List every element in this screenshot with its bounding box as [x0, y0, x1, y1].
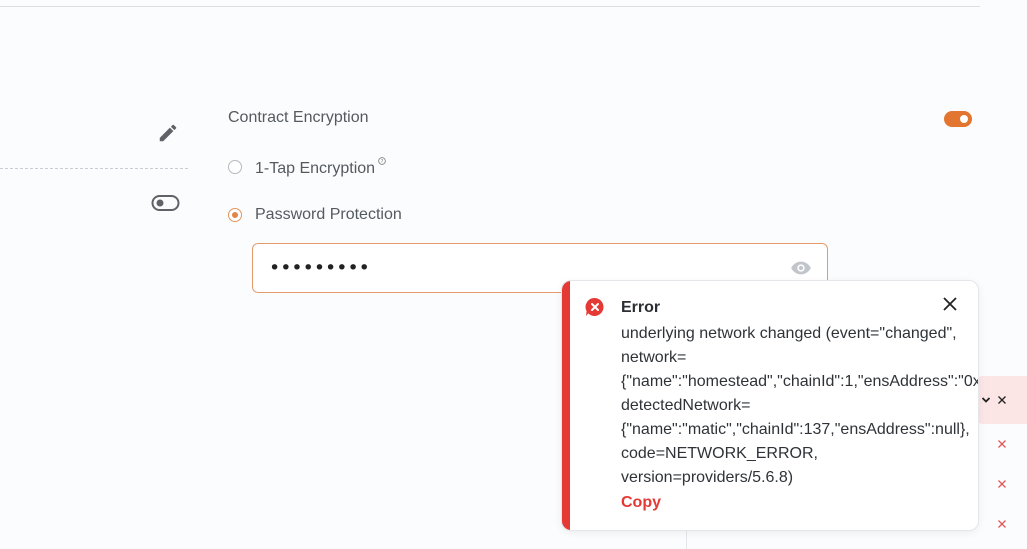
- error-toast: Error underlying network changed (event=…: [561, 280, 979, 531]
- toast-accent-bar: [562, 281, 570, 530]
- help-icon[interactable]: ?: [378, 156, 386, 165]
- one-tap-label: 1-Tap Encryption: [255, 159, 376, 177]
- message-line: {"name":"matic","chainId":137,"ensAddres…: [621, 421, 970, 438]
- option-label: 1-Tap Encryption?: [255, 156, 386, 178]
- pencil-icon[interactable]: [154, 119, 182, 147]
- top-divider: [0, 6, 980, 7]
- error-circle-icon: [585, 297, 605, 317]
- close-icon[interactable]: [996, 438, 1008, 450]
- message-line: version=providers/5.6.8): [621, 469, 794, 486]
- toggle-off-icon[interactable]: [150, 193, 182, 213]
- radio-password[interactable]: [228, 208, 242, 222]
- message-line: network=: [621, 349, 687, 366]
- close-icon[interactable]: [996, 518, 1008, 530]
- message-line: code=NETWORK_ERROR,: [621, 445, 818, 462]
- message-line: detectedNetwork=: [621, 397, 751, 414]
- close-icon[interactable]: [996, 394, 1008, 406]
- switch-knob: [960, 115, 968, 123]
- option-one-tap-encryption[interactable]: 1-Tap Encryption?: [228, 156, 386, 178]
- toast-title: Error: [621, 299, 661, 316]
- chevron-down-icon[interactable]: [980, 394, 992, 406]
- copy-button[interactable]: Copy: [621, 494, 661, 512]
- close-icon[interactable]: [942, 296, 958, 312]
- option-password-protection[interactable]: Password Protection: [228, 205, 402, 225]
- radio-one-tap[interactable]: [228, 160, 242, 174]
- password-protection-label: Password Protection: [255, 206, 402, 223]
- eye-icon[interactable]: [790, 259, 812, 277]
- password-value[interactable]: •••••••••: [269, 257, 370, 279]
- message-line: {"name":"homestead","chainId":1,"ensAddr…: [621, 373, 979, 390]
- contract-encryption-label: Contract Encryption: [228, 109, 369, 126]
- contract-encryption-switch[interactable]: [944, 111, 972, 127]
- dashed-divider: [0, 168, 188, 169]
- toast-message: underlying network changed (event="chang…: [621, 322, 979, 490]
- message-line: underlying network changed (event="chang…: [621, 325, 957, 342]
- close-icon[interactable]: [996, 478, 1008, 490]
